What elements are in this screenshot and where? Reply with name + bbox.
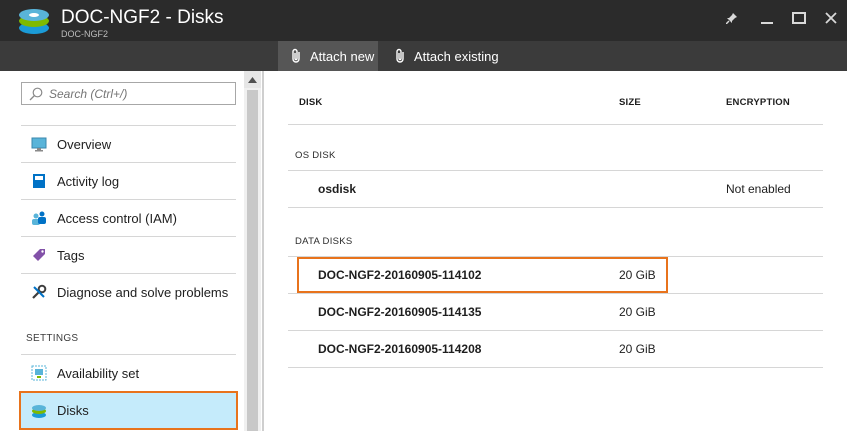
nav-item-label: Activity log — [57, 173, 120, 189]
paperclip-icon — [396, 48, 404, 63]
resource-menu: Overview Activity log Access control (IA… — [0, 71, 262, 431]
page-title: DOC-NGF2 - Disks — [61, 7, 224, 28]
column-header-disk: DISK — [299, 97, 323, 108]
nav-item-overview[interactable]: Overview — [21, 126, 236, 162]
minimize-icon[interactable] — [756, 8, 778, 28]
data-disks-group-label: DATA DISKS — [295, 236, 353, 247]
nav-item-label: Access control (IAM) — [57, 210, 177, 226]
nav-item-diagnose[interactable]: Diagnose and solve problems — [21, 274, 236, 310]
disk-name: DOC-NGF2-20160905-114208 — [318, 342, 482, 356]
disk-name: DOC-NGF2-20160905-114135 — [318, 305, 482, 319]
table-row-os-disk[interactable]: osdisk Not enabled — [288, 171, 823, 207]
nav-item-label: Tags — [57, 247, 85, 263]
row-divider — [288, 207, 823, 208]
attach-existing-button[interactable]: Attach existing — [384, 41, 509, 71]
os-disk-group-label: OS DISK — [295, 150, 336, 161]
column-header-encryption: ENCRYPTION — [726, 97, 790, 108]
nav-item-tags[interactable]: Tags — [21, 237, 236, 273]
availability-set-icon — [31, 365, 47, 381]
table-row[interactable]: DOC-NGF2-20160905-114208 20 GiB — [288, 331, 823, 367]
scroll-up-arrow-icon[interactable] — [244, 71, 261, 88]
disk-name: DOC-NGF2-20160905-114102 — [318, 268, 482, 282]
blade-header: DOC-NGF2 - Disks DOC-NGF2 — [0, 0, 847, 41]
menu-search-box[interactable] — [21, 82, 236, 105]
scrollbar-thumb[interactable] — [247, 90, 258, 431]
nav-item-availability-set[interactable]: Availability set — [21, 355, 236, 391]
disk-size: 20 GiB — [619, 268, 656, 282]
nav-item-disks[interactable]: Disks — [19, 391, 238, 430]
search-input[interactable] — [49, 86, 229, 101]
nav-item-label: Overview — [57, 136, 112, 152]
wrench-icon — [31, 284, 47, 300]
disk-encryption: Not enabled — [726, 182, 791, 196]
search-icon — [29, 87, 43, 100]
paperclip-icon — [292, 48, 300, 63]
settings-section-heading: SETTINGS — [26, 333, 79, 344]
disks-app-icon — [19, 9, 49, 34]
monitor-icon — [31, 136, 47, 152]
page-subtitle: DOC-NGF2 — [61, 29, 108, 39]
table-row[interactable]: DOC-NGF2-20160905-114135 20 GiB — [288, 294, 823, 330]
row-divider — [288, 367, 823, 368]
maximize-icon[interactable] — [788, 8, 810, 28]
log-book-icon — [31, 173, 47, 189]
attach-new-label: Attach new — [310, 48, 375, 64]
disk-name: osdisk — [318, 182, 357, 196]
attach-existing-label: Attach existing — [414, 48, 499, 64]
header-divider — [288, 124, 823, 125]
disk-size: 20 GiB — [619, 305, 656, 319]
nav-item-activity-log[interactable]: Activity log — [21, 163, 236, 199]
nav-item-label: Availability set — [57, 365, 140, 381]
disk-size: 20 GiB — [619, 342, 656, 356]
pin-icon[interactable] — [721, 8, 743, 28]
disks-icon — [31, 403, 47, 419]
tag-icon — [31, 247, 47, 263]
table-row[interactable]: DOC-NGF2-20160905-114102 20 GiB — [288, 257, 823, 293]
nav-item-label: Diagnose and solve problems — [57, 284, 229, 300]
disks-table: DISK SIZE ENCRYPTION OS DISK osdisk Not … — [264, 71, 847, 431]
nav-item-label: Disks — [57, 403, 89, 418]
users-icon — [31, 210, 47, 226]
command-bar: Attach new Attach existing — [0, 41, 847, 71]
attach-new-button[interactable]: Attach new — [278, 41, 378, 71]
column-header-size: SIZE — [619, 97, 641, 108]
close-icon[interactable] — [820, 8, 842, 28]
nav-item-access-control[interactable]: Access control (IAM) — [21, 200, 236, 236]
